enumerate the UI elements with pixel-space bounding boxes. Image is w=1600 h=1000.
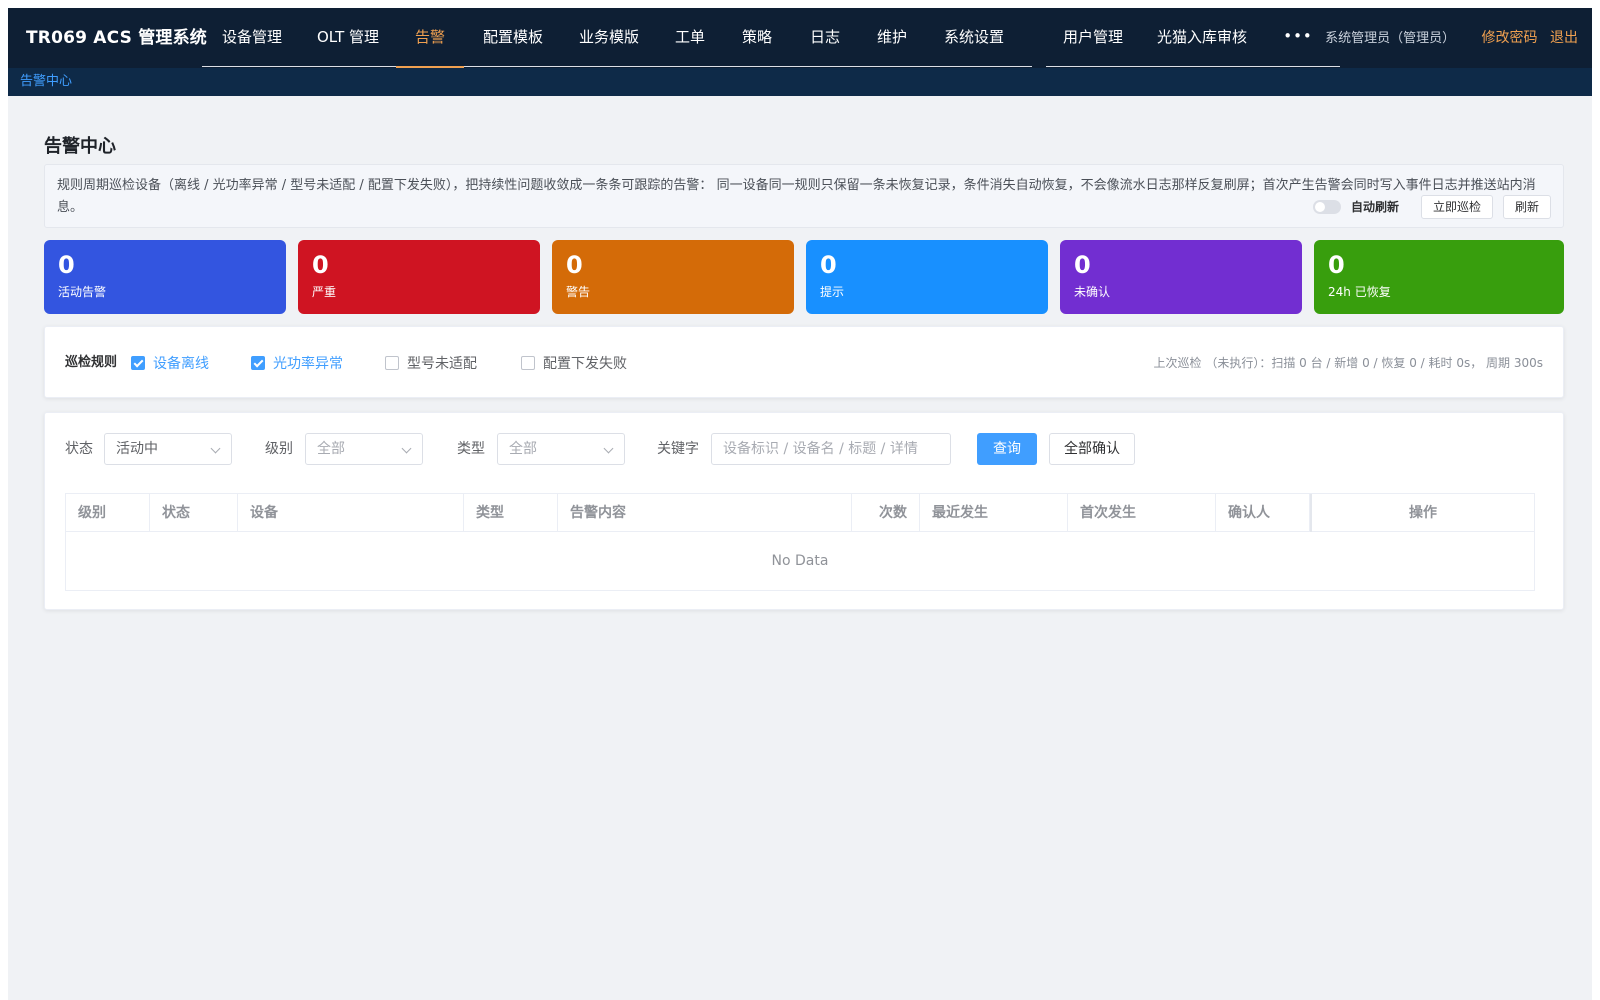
rule-label: 配置下发失败 [543,356,627,372]
column-header-last-occurred[interactable]: 最近发生 [920,494,1068,532]
keyword-filter-label: 关键字 [657,441,699,457]
alarm-list-card: 状态 活动中 级别 全部 类型 全部 关键字 查询 全部确认 级别 状态 设备 … [44,412,1564,610]
nav-item-ont-approval[interactable]: 光猫入库审核 [1142,8,1262,67]
stat-card-info: 0 提示 [806,240,1048,314]
user-name: 系统管理员（管理员） [1325,31,1456,46]
logout-link[interactable]: 退出 [1550,30,1578,46]
nav-item-logs[interactable]: 日志 [792,8,858,67]
inspection-rules-card: 巡检规则 设备离线 光功率异常 型号未适配 配置下发失败 上次巡检 （未执行）：… [44,326,1564,398]
refresh-button[interactable]: 刷新 [1502,195,1551,219]
rule-checkbox-optical-power[interactable]: 光功率异常 [251,327,343,399]
checkbox-unchecked-icon [385,356,399,370]
query-button[interactable]: 查询 [977,433,1037,465]
nav-item-devices[interactable]: 设备管理 [202,8,302,67]
rule-checkbox-device-offline[interactable]: 设备离线 [131,327,209,399]
stat-label: 活动告警 [58,285,107,299]
nav-item-config-templates[interactable]: 配置模板 [466,8,560,67]
column-header-status[interactable]: 状态 [150,494,238,532]
stat-value: 0 [820,251,837,279]
app-frame: TR069 ACS 管理系统 设备管理 OLT 管理 告警 配置模板 业务模版 … [8,8,1592,1000]
nav-item-user-management[interactable]: 用户管理 [1046,8,1140,67]
main-nav: 设备管理 OLT 管理 告警 配置模板 业务模版 工单 策略 日志 维护 系统设… [202,8,1032,68]
stat-label: 提示 [820,285,845,299]
type-select[interactable]: 全部 [497,433,625,465]
empty-state-text: No Data [771,553,829,569]
stat-card-critical: 0 严重 [298,240,540,314]
rule-label: 设备离线 [153,356,209,372]
auto-refresh-label: 自动刷新 [1350,200,1399,214]
rule-checkbox-model-unadapted[interactable]: 型号未适配 [385,327,477,399]
nav-item-maintenance[interactable]: 维护 [858,8,926,67]
level-select[interactable]: 全部 [305,433,423,465]
column-header-first-occurred[interactable]: 首次发生 [1068,494,1216,532]
description-panel: 规则周期巡检设备（离线 / 光功率异常 / 型号未适配 / 配置下发失败），把持… [44,164,1564,228]
checkbox-checked-icon [131,356,145,370]
column-header-device[interactable]: 设备 [238,494,464,532]
stat-value: 0 [1328,251,1345,279]
level-filter-label: 级别 [265,441,293,457]
stat-value: 0 [58,251,75,279]
acknowledge-all-button[interactable]: 全部确认 [1049,433,1135,465]
column-header-count[interactable]: 次数 [852,494,920,532]
column-header-level[interactable]: 级别 [66,494,150,532]
stat-value: 0 [566,251,583,279]
status-select-value: 活动中 [116,441,158,457]
stat-value: 0 [312,251,329,279]
stat-card-active-alarms: 0 活动告警 [44,240,286,314]
stat-label: 未确认 [1074,285,1111,299]
more-menu-icon[interactable]: ••• [1276,8,1320,67]
stat-label: 警告 [566,285,591,299]
breadcrumb-item-alarm-center[interactable]: 告警中心 [20,68,72,96]
alarm-table: 级别 状态 设备 类型 告警内容 次数 最近发生 首次发生 确认人 操作 No … [65,493,1535,591]
last-inspection-status: 上次巡检 （未执行）：扫描 0 台 / 新增 0 / 恢复 0 / 耗时 0s，… [1153,356,1543,370]
auto-refresh-toggle[interactable] [1312,200,1341,214]
top-navbar: TR069 ACS 管理系统 设备管理 OLT 管理 告警 配置模板 业务模版 … [8,8,1592,68]
stat-label: 严重 [312,285,337,299]
rule-label: 光功率异常 [273,356,343,372]
rule-label: 型号未适配 [407,356,477,372]
user-area: 系统管理员（管理员） 修改密码 退出 [1325,8,1578,68]
description-actions: 自动刷新 立即巡检 刷新 [1312,195,1551,219]
nav-item-policies[interactable]: 策略 [724,8,790,67]
nav-item-olt[interactable]: OLT 管理 [302,8,394,67]
chevron-down-icon [603,443,614,454]
app-title: TR069 ACS 管理系统 [26,28,208,48]
stat-value: 0 [1074,251,1091,279]
column-header-type[interactable]: 类型 [464,494,558,532]
status-select[interactable]: 活动中 [104,433,232,465]
stat-label: 24h 已恢复 [1328,285,1391,299]
chevron-down-icon [401,443,412,454]
chevron-down-icon [210,443,221,454]
nav-item-service-templates[interactable]: 业务模版 [560,8,658,67]
nav-item-alarms[interactable]: 告警 [396,8,464,68]
column-header-content[interactable]: 告警内容 [558,494,852,532]
inspect-now-button[interactable]: 立即巡检 [1420,195,1493,219]
column-header-acknowledged-by[interactable]: 确认人 [1216,494,1310,532]
table-header: 级别 状态 设备 类型 告警内容 次数 最近发生 首次发生 确认人 操作 [66,494,1534,532]
stat-card-recovered-24h: 0 24h 已恢复 [1314,240,1564,314]
stat-card-warning: 0 警告 [552,240,794,314]
nav-item-system-settings[interactable]: 系统设置 [926,8,1022,67]
type-select-placeholder: 全部 [509,441,537,457]
checkbox-unchecked-icon [521,356,535,370]
level-select-placeholder: 全部 [317,441,345,457]
stat-card-unacknowledged: 0 未确认 [1060,240,1302,314]
change-password-link[interactable]: 修改密码 [1482,30,1538,46]
breadcrumb: 告警中心 [8,68,1592,96]
nav-item-work-orders[interactable]: 工单 [658,8,722,67]
column-header-actions: 操作 [1310,494,1534,532]
page-title: 告警中心 [44,136,116,157]
inspection-rules-title: 巡检规则 [65,355,118,370]
keyword-input[interactable] [711,433,951,465]
rule-checkbox-config-failed[interactable]: 配置下发失败 [521,327,627,399]
checkbox-checked-icon [251,356,265,370]
type-filter-label: 类型 [457,441,485,457]
status-filter-label: 状态 [65,441,93,457]
